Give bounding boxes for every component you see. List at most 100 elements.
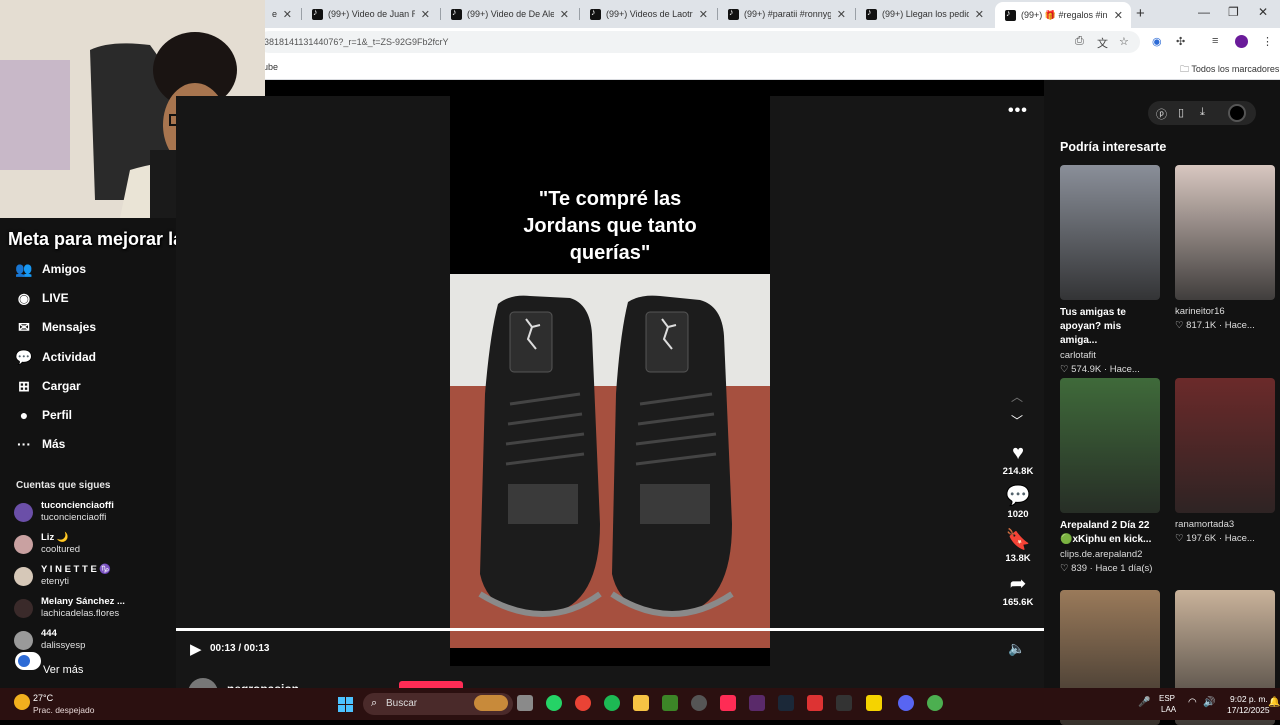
bookmark-item[interactable]: ube (263, 62, 278, 72)
sidebar-item-mensajes[interactable]: ✉ Mensajes (14, 317, 96, 337)
tab-close-icon[interactable]: ✕ (283, 8, 292, 21)
speaker-icon[interactable]: 🔊 (1203, 697, 1215, 708)
sticky-notes-icon[interactable] (866, 695, 882, 711)
comment-button[interactable]: 💬 1020 (997, 485, 1039, 520)
sidebar-item-cargar[interactable]: ⊞ Cargar (14, 376, 81, 396)
video-card-user[interactable]: carlotafit (1060, 350, 1160, 361)
keyboard-layout[interactable]: LAA (1161, 705, 1176, 714)
sidebar-item-ms[interactable]: ··· Más (14, 434, 65, 454)
clock-time[interactable]: 9:02 p. m. (1230, 694, 1268, 704)
sidebar-item-perfil[interactable]: ● Perfil (14, 405, 72, 425)
spotify-icon[interactable] (604, 695, 620, 711)
previous-video-icon[interactable]: ︿ (1011, 388, 1023, 405)
file-explorer-icon[interactable] (633, 695, 649, 711)
browser-tab[interactable]: (99+) Videos de Laotravid ✕ (580, 3, 716, 25)
video-card[interactable]: karineitor16 ♡ 817.1K · Hace... (1175, 165, 1275, 331)
discord-icon[interactable] (898, 695, 914, 711)
search-highlight-icon[interactable] (474, 695, 508, 711)
browser-tab[interactable]: (99+) Video de Juan RD (@ ✕ (302, 3, 438, 25)
browser-tab[interactable]: e a ✕ (262, 3, 300, 25)
video-card[interactable]: Arepaland 2 Día 22 🟢xKiphu en kick... cli… (1060, 378, 1160, 574)
obs-icon[interactable] (691, 695, 707, 711)
volume-icon[interactable]: 🔈 (1008, 640, 1025, 657)
tab-close-icon[interactable]: ✕ (560, 8, 569, 21)
windows-start-icon[interactable] (338, 697, 353, 712)
language-code[interactable]: ESP (1159, 694, 1175, 703)
chrome-profile-icon[interactable] (927, 695, 943, 711)
steam-icon[interactable] (778, 695, 794, 711)
download-icon[interactable]: ⤓ (1200, 106, 1205, 119)
share-button[interactable]: ➦ 165.6K (997, 573, 1039, 608)
tab-close-icon[interactable]: ✕ (837, 8, 846, 21)
close-window-icon[interactable]: ✕ (1258, 5, 1268, 19)
tiktok-favicon-icon (728, 7, 739, 20)
tf-icon[interactable] (807, 695, 823, 711)
sidebar-item-live[interactable]: ◉ LIVE (14, 288, 69, 308)
tab-close-icon[interactable]: ✕ (975, 8, 984, 21)
sidebar-item-actividad[interactable]: 💬 Actividad (14, 347, 96, 367)
video-thumbnail[interactable] (1060, 165, 1160, 300)
url-text[interactable]: 381814113144076?_r=1&_t=ZS-92G9Fb2fcrY (264, 37, 448, 47)
minimize-icon[interactable]: — (1198, 5, 1210, 19)
followed-account[interactable]: tuconcienciaoffi tuconcienciaoffi (14, 500, 114, 524)
see-more-link[interactable]: Ver más (43, 664, 83, 676)
play-icon[interactable]: ▶ (190, 640, 202, 658)
bookmark-star-icon[interactable]: ☆ (1119, 35, 1129, 48)
tiktok-icon[interactable] (720, 695, 736, 711)
coin-icon[interactable]: ⓟ (1156, 106, 1167, 122)
video-card-user[interactable]: karineitor16 (1175, 306, 1275, 317)
notification-icon[interactable]: 🔔 (1268, 697, 1280, 708)
tiktok-favicon-icon (590, 7, 601, 20)
browser-tab[interactable]: (99+) Video de De Alexba ✕ (441, 3, 577, 25)
profile-avatar[interactable] (1235, 35, 1248, 48)
video-card[interactable]: ranamortada3 ♡ 197.6K · Hace... (1175, 378, 1275, 544)
video-thumbnail[interactable] (1175, 378, 1275, 513)
account-name: tuconcienciaoffi (41, 500, 114, 511)
video-card-user[interactable]: ranamortada3 (1175, 519, 1275, 530)
followed-account[interactable]: Melany Sánchez ... lachicadelas.flores (14, 596, 125, 620)
followed-account[interactable]: 444 dalissyesp (14, 628, 85, 652)
clock-date[interactable]: 17/12/2025 (1227, 705, 1270, 715)
minecraft-icon[interactable] (662, 695, 678, 711)
new-tab-button[interactable]: + (1136, 5, 1145, 22)
reading-list-icon[interactable]: ≡ (1212, 35, 1218, 47)
translate-icon[interactable]: 文 (1097, 35, 1108, 51)
video-card-user[interactable]: clips.de.arepaland2 (1060, 549, 1160, 560)
browser-tab[interactable]: (99+) Llegan los pedidos d ✕ (856, 3, 992, 25)
epic-games-icon[interactable] (836, 695, 852, 711)
extension-icon[interactable]: ◉ (1152, 35, 1162, 48)
user-avatar[interactable] (1228, 104, 1246, 122)
weather-icon[interactable] (14, 694, 30, 710)
bookmark-button[interactable]: 🔖 13.8K (997, 529, 1039, 564)
whatsapp-icon[interactable] (546, 695, 562, 711)
more-options-icon[interactable]: ••• (1008, 102, 1028, 120)
video-progress-bar[interactable] (176, 628, 1044, 631)
account-name: 444 (41, 628, 57, 639)
video-thumbnail[interactable] (1175, 165, 1275, 300)
chrome-menu-icon[interactable]: ⋮ (1262, 35, 1273, 48)
microphone-icon[interactable]: 🎤 (1138, 697, 1150, 708)
extensions-puzzle-icon[interactable]: ✣ (1176, 35, 1185, 48)
heart-button[interactable]: ♥ 214.8K (997, 442, 1039, 477)
chrome-icon[interactable] (575, 695, 591, 711)
next-video-icon[interactable]: ﹀ (1011, 412, 1023, 429)
active-tab[interactable]: (99+) 🎁 #regalos #in ✕ (995, 2, 1131, 28)
video-thumbnail[interactable] (1060, 378, 1160, 513)
task-view-icon[interactable] (517, 695, 533, 711)
toggle-switch[interactable] (15, 652, 41, 670)
tab-close-icon[interactable]: ✕ (421, 8, 430, 21)
more-icon: ··· (17, 436, 31, 452)
app-icon[interactable] (749, 695, 765, 711)
install-icon[interactable]: ⎙ (1075, 35, 1084, 48)
tab-close-icon[interactable]: ✕ (1114, 9, 1123, 22)
all-bookmarks-button[interactable]: 🗀 Todos los marcadores (1180, 62, 1279, 78)
maximize-icon[interactable]: ❐ (1228, 5, 1239, 19)
video-card[interactable]: Tus amigas te apoyan? mis amiga... carlot… (1060, 165, 1160, 375)
wifi-icon[interactable]: ◠ (1188, 697, 1197, 708)
followed-account[interactable]: Liz 🌙 cooltured (14, 532, 80, 556)
followed-account[interactable]: Y I N E T T E ♑ etenyti (14, 564, 111, 588)
browser-tab[interactable]: (99+) #paratii #ronnygta # ✕ (718, 3, 854, 25)
tab-close-icon[interactable]: ✕ (699, 8, 708, 21)
sidebar-item-amigos[interactable]: 👥 Amigos (14, 259, 86, 279)
device-icon[interactable]: ▯ (1178, 106, 1184, 119)
